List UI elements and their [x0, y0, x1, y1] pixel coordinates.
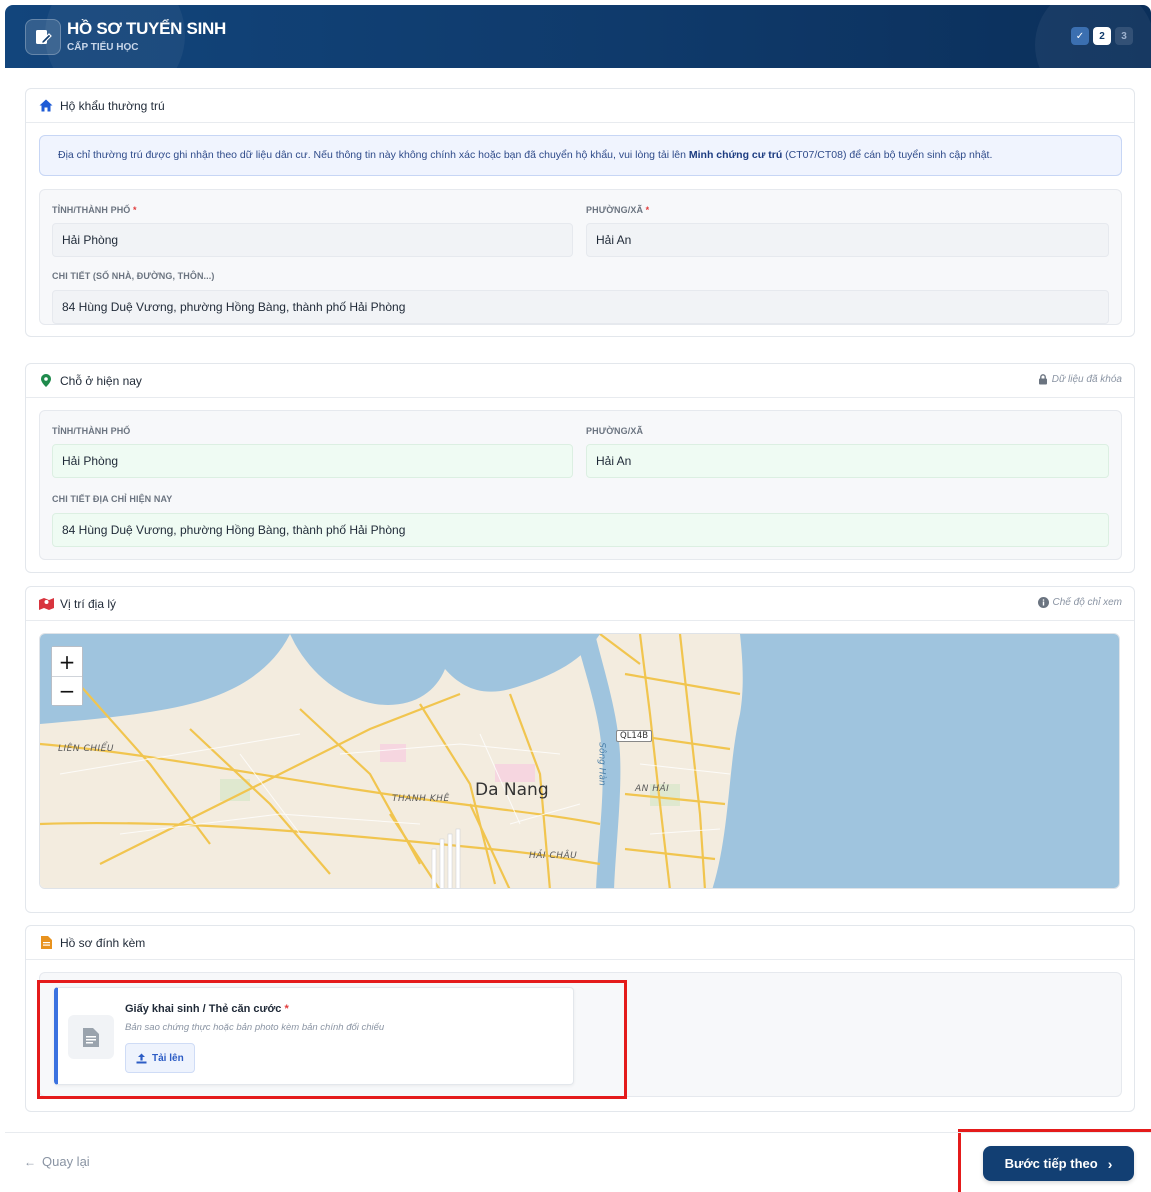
section-title: Hồ sơ đính kèm [60, 935, 146, 950]
section-header: Vị trí địa lý Chế độ chỉ xem [26, 587, 1134, 621]
locked-note: Dữ liệu đã khóa [1038, 374, 1122, 385]
map-river-label: Sông Hàn [596, 742, 607, 786]
map-district-label: LIÊN CHIỂU [58, 744, 114, 754]
footer-divider [5, 1132, 1151, 1133]
notice-text: Địa chỉ thường trú được ghi nhận theo dữ… [58, 149, 689, 161]
map-district-label: HẢI CHÂU [529, 851, 578, 861]
section-header: Hộ khẩu thường trú [26, 89, 1134, 123]
next-label: Bước tiếp theo [1004, 1156, 1098, 1171]
ward-field[interactable]: Hải An [586, 223, 1109, 257]
ward-label: PHƯỜNG/XÃ [586, 426, 644, 436]
lock-icon [1038, 374, 1047, 385]
app-header: HỒ SƠ TUYỂN SINH CẤP TIỂU HỌC ✓ 2 3 [5, 5, 1151, 68]
map-zoom-control: + − [51, 646, 83, 706]
map-district-label: THANH KHÊ [392, 794, 450, 804]
map-district-label: AN HẢI [635, 784, 670, 794]
map-city-label: Da Nang [475, 780, 549, 800]
view-only-note: Chế độ chỉ xem [1037, 597, 1122, 608]
current-residence-section: Chỗ ở hiện nay Dữ liệu đã khóa TỈNH/THÀN… [25, 363, 1135, 573]
section-header: Chỗ ở hiện nay Dữ liệu đã khóa [26, 364, 1134, 398]
province-field[interactable]: Hải Phòng [52, 223, 573, 257]
detail-field[interactable]: 84 Hùng Duệ Vương, phường Hồng Bàng, thà… [52, 290, 1109, 324]
current-detail-label: CHI TIẾT ĐỊA CHỈ HIỆN NAY [52, 494, 173, 504]
arrow-left-icon: ← [24, 1154, 36, 1169]
location-map[interactable]: + − Da Nang LIÊN CHIỂU THANH KHÊ HẢI CHÂ… [39, 633, 1120, 889]
current-address-panel: TỈNH/THÀNH PHỐ Hải Phòng PHƯỜNG/XÃ Hải A… [39, 410, 1122, 560]
map-road-label: QL14B [616, 730, 653, 742]
step-2-active[interactable]: 2 [1093, 27, 1111, 45]
page-subtitle: CẤP TIỂU HỌC [67, 42, 139, 53]
step-3-todo[interactable]: 3 [1115, 27, 1133, 45]
section-header: Hồ sơ đính kèm [26, 926, 1134, 960]
province-label: TỈNH/THÀNH PHỐ * [52, 205, 137, 215]
section-title: Chỗ ở hiện nay [60, 373, 142, 388]
page-title: HỒ SƠ TUYỂN SINH [67, 19, 226, 38]
notice-bold: Minh chứng cư trú [688, 149, 783, 161]
edit-document-icon [25, 19, 61, 55]
highlight-box-upload [37, 980, 627, 1099]
geo-location-section: Vị trí địa lý Chế độ chỉ xem + − Da Nang… [25, 586, 1135, 913]
file-icon [38, 935, 54, 951]
chevron-right-icon: › [1107, 1155, 1113, 1172]
section-title: Hộ khẩu thường trú [60, 98, 165, 113]
back-label: Quay lại [42, 1154, 90, 1169]
map-icon [38, 596, 54, 612]
permanent-residence-section: Hộ khẩu thường trú Địa chỉ thường trú đư… [25, 88, 1135, 337]
current-detail-field: 84 Hùng Duệ Vương, phường Hồng Bàng, thà… [52, 513, 1109, 547]
zoom-out-button[interactable]: − [52, 676, 82, 705]
step-indicator: ✓ 2 3 [1071, 27, 1133, 45]
map-tiles [40, 634, 1119, 888]
step-1-done[interactable]: ✓ [1071, 27, 1089, 45]
current-ward-field: Hải An [586, 444, 1109, 478]
current-province-field: Hải Phòng [52, 444, 573, 478]
residence-notice: Địa chỉ thường trú được ghi nhận theo dữ… [39, 135, 1122, 176]
map-pin-icon [38, 373, 54, 389]
province-label: TỈNH/THÀNH PHỐ [52, 426, 131, 436]
section-title: Vị trí địa lý [60, 596, 117, 611]
back-link[interactable]: ← Quay lại [24, 1154, 90, 1169]
zoom-in-button[interactable]: + [52, 647, 82, 676]
home-icon [38, 98, 54, 114]
next-step-button[interactable]: Bước tiếp theo › [983, 1146, 1134, 1181]
detail-label: CHI TIẾT (SỐ NHÀ, ĐƯỜNG, THÔN...) [52, 271, 215, 281]
info-icon [1037, 597, 1049, 608]
address-panel: TỈNH/THÀNH PHỐ * Hải Phòng PHƯỜNG/XÃ * H… [39, 189, 1122, 325]
ward-label: PHƯỜNG/XÃ * [586, 205, 650, 215]
notice-text-end: (CT07/CT08) để cán bộ tuyển sinh cập nhậ… [782, 149, 993, 161]
